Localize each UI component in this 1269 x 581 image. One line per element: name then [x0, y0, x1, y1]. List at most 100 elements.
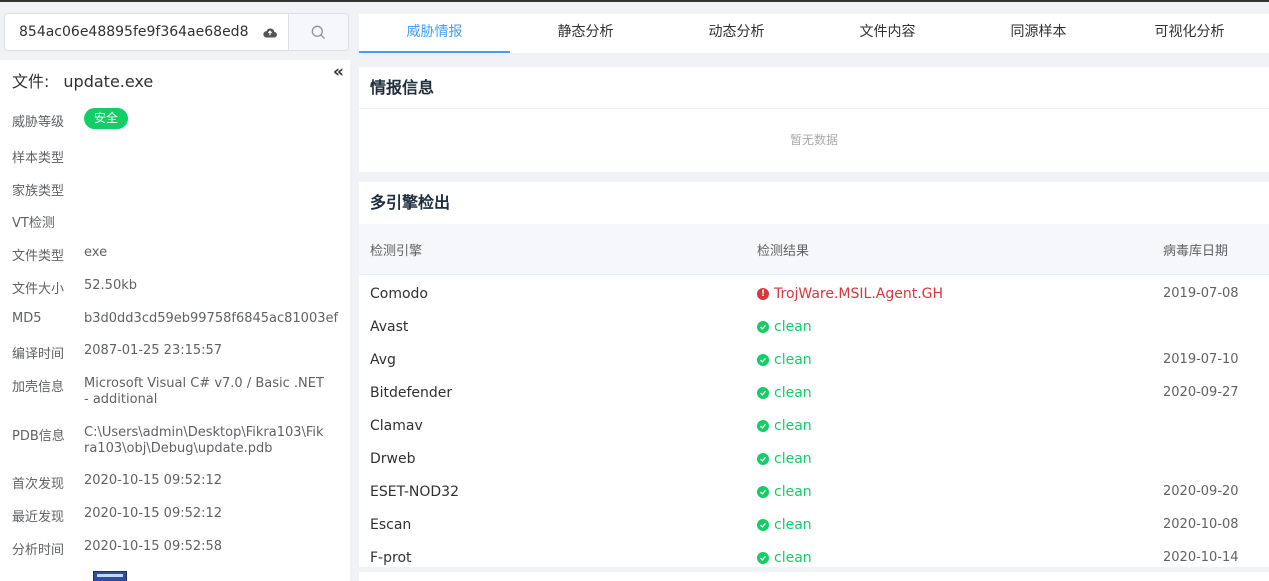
- field-value: b3d0dd3cd59eb99758f6845ac81003ef: [84, 311, 339, 326]
- result-text: TrojWare.MSIL.Agent.GH: [774, 285, 944, 302]
- engines-card: 多引擎检出 检测引擎 检测结果 病毒库日期 Comodo! TrojWare.MS…: [359, 182, 1269, 567]
- table-row: Clamav clean: [359, 409, 1269, 442]
- engines-table-header: 检测引擎 检测结果 病毒库日期: [359, 224, 1269, 275]
- field-value: C:\Users\admin\Desktop\Fikra103\Fikra103…: [84, 425, 324, 456]
- threat-level-row: 威胁等级 安全: [12, 108, 342, 130]
- check-icon: [757, 386, 769, 399]
- signature-date: 2019-07-08: [1163, 286, 1239, 301]
- engines-table-body: Comodo! TrojWare.MSIL.Agent.GH 2019-07-08 A…: [359, 275, 1269, 567]
- file-info-panel: « 文件: update.exe 威胁等级 安全 样本类型 家族类型 VT检测 文…: [0, 60, 350, 581]
- col-engine: 检测引擎: [370, 243, 423, 259]
- field-label: 家族类型: [12, 184, 65, 199]
- sample-thumbnail[interactable]: [93, 571, 127, 581]
- table-row: Avg clean 2019-07-10: [359, 343, 1269, 376]
- detection-result: clean: [757, 517, 1163, 533]
- collapse-sidebar-icon[interactable]: «: [333, 62, 344, 82]
- result-text: clean: [774, 351, 812, 368]
- signature-date: 2020-10-14: [1163, 550, 1239, 565]
- intel-title: 情报信息: [359, 67, 1269, 109]
- engines-title: 多引擎检出: [370, 193, 451, 212]
- engine-name: Avg: [370, 351, 396, 368]
- status-badge: 安全: [84, 108, 129, 129]
- search-button[interactable]: [288, 14, 348, 50]
- field-value: 52.50kb: [84, 278, 137, 293]
- field-row: 加壳信息 Microsoft Visual C# v7.0 / Basic .NE…: [12, 376, 342, 408]
- tab-static-analysis[interactable]: 静态分析: [510, 14, 661, 53]
- check-icon: [757, 485, 769, 498]
- engine-name: Bitdefender: [370, 384, 453, 401]
- next-card-edge: [359, 572, 1269, 581]
- check-icon: [757, 419, 769, 432]
- field-row: 首次发现 2020-10-15 09:52:12: [12, 473, 342, 492]
- detection-result: ! TrojWare.MSIL.Agent.GH: [757, 286, 1163, 302]
- field-label: PDB信息: [12, 429, 65, 444]
- field-label: 最近发现: [12, 510, 65, 525]
- field-label: MD5: [12, 311, 42, 326]
- field-row: 文件类型 exe: [12, 245, 342, 264]
- detection-result: clean: [757, 550, 1163, 566]
- tab-visual-analysis[interactable]: 可视化分析: [1114, 14, 1265, 53]
- field-row: 编译时间 2087-01-25 23:15:57: [12, 343, 342, 362]
- hash-search-box[interactable]: 854ac06e48895fe9f364ae68ed8: [4, 13, 349, 51]
- field-value: Microsoft Visual C# v7.0 / Basic .NET - …: [84, 376, 324, 407]
- file-name: update.exe: [63, 72, 154, 91]
- engine-name: Clamav: [370, 417, 423, 434]
- table-row: Comodo! TrojWare.MSIL.Agent.GH 2019-07-08: [359, 277, 1269, 310]
- engine-name: ESET-NOD32: [370, 483, 459, 500]
- field-row: 文件大小 52.50kb: [12, 278, 342, 297]
- result-text: clean: [774, 549, 812, 566]
- result-text: clean: [774, 417, 812, 434]
- table-row: Drweb clean: [359, 442, 1269, 475]
- field-label: 样本类型: [12, 151, 65, 166]
- engine-name: F-prot: [370, 549, 412, 566]
- check-icon: [757, 452, 769, 465]
- engine-name: Drweb: [370, 450, 416, 467]
- check-icon: [757, 518, 769, 531]
- sample-sidebar: 854ac06e48895fe9f364ae68ed8 « 文件: update.…: [0, 2, 350, 581]
- field-label: 文件大小: [12, 282, 65, 297]
- field-row: MD5 b3d0dd3cd59eb99758f6845ac81003ef: [12, 311, 342, 327]
- signature-date: 2020-09-20: [1163, 484, 1239, 499]
- table-row: F-prot clean 2020-10-14: [359, 541, 1269, 567]
- tab-threat-intel[interactable]: 威胁情报: [359, 14, 510, 53]
- intel-empty-text: 暂无数据: [789, 133, 838, 147]
- analysis-tabs: 威胁情报 静态分析 动态分析 文件内容 同源样本 可视化分析: [359, 14, 1269, 53]
- table-row: Escan clean 2020-10-08: [359, 508, 1269, 541]
- tab-dynamic-analysis[interactable]: 动态分析: [661, 14, 812, 53]
- field-row: PDB信息 C:\Users\admin\Desktop\Fikra103\Fik…: [12, 425, 342, 457]
- col-result: 检测结果: [757, 243, 810, 259]
- field-value: 2020-10-15 09:52:58: [84, 539, 223, 554]
- file-title-label: 文件:: [12, 72, 50, 91]
- field-value: 2087-01-25 23:15:57: [84, 343, 223, 358]
- warning-icon: !: [757, 287, 769, 300]
- signature-date: 2020-10-08: [1163, 517, 1239, 532]
- signature-date: 2019-07-10: [1163, 352, 1239, 367]
- field-row: 分析时间 2020-10-15 09:52:58: [12, 539, 342, 558]
- detection-result: clean: [757, 319, 1163, 335]
- check-icon: [757, 320, 769, 333]
- engine-name: Escan: [370, 516, 412, 533]
- table-row: Avast clean: [359, 310, 1269, 343]
- field-row: 最近发现 2020-10-15 09:52:12: [12, 506, 342, 525]
- detection-result: clean: [757, 418, 1163, 434]
- col-date: 病毒库日期: [1163, 243, 1229, 259]
- search-icon: [311, 25, 326, 39]
- field-row: 家族类型: [12, 180, 342, 199]
- engine-name: Comodo: [370, 285, 428, 302]
- check-icon: [757, 353, 769, 366]
- field-label: 首次发现: [12, 477, 65, 492]
- result-text: clean: [774, 384, 812, 401]
- tab-homologous-samples[interactable]: 同源样本: [963, 14, 1114, 53]
- field-label: 加壳信息: [12, 380, 65, 395]
- field-row: VT检测: [12, 212, 342, 231]
- field-label: 编译时间: [12, 347, 65, 362]
- signature-date: 2020-09-27: [1163, 385, 1239, 400]
- result-text: clean: [774, 318, 812, 335]
- field-value: 2020-10-15 09:52:12: [84, 506, 223, 521]
- field-label: VT检测: [12, 216, 55, 231]
- cloud-upload-icon[interactable]: [252, 14, 288, 50]
- intel-card: 情报信息 暂无数据: [359, 67, 1269, 172]
- detection-result: clean: [757, 352, 1163, 368]
- hash-search-input[interactable]: 854ac06e48895fe9f364ae68ed8: [5, 14, 252, 50]
- tab-file-content[interactable]: 文件内容: [812, 14, 963, 53]
